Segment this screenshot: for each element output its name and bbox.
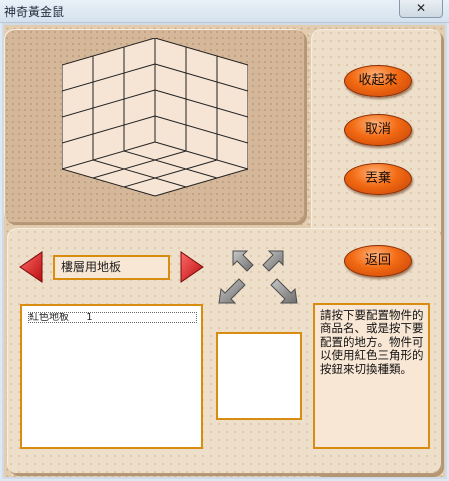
item-count: 1: [86, 312, 93, 323]
title-bar: 神奇黃金鼠 ✕: [0, 0, 449, 23]
cancel-button[interactable]: 取消: [344, 114, 412, 146]
close-button[interactable]: ✕: [399, 0, 443, 18]
collapse-button[interactable]: 收起來: [344, 65, 412, 97]
window-title: 神奇黃金鼠: [4, 5, 65, 19]
room-grid[interactable]: [62, 38, 248, 222]
item-name: 紅色地板: [29, 312, 69, 323]
discard-button[interactable]: 丟棄: [344, 163, 412, 195]
list-item[interactable]: 紅色地板 1: [28, 312, 197, 323]
next-category-icon[interactable]: [179, 250, 205, 284]
item-preview: [216, 332, 302, 420]
prev-category-icon[interactable]: [18, 250, 44, 284]
category-label: 樓層用地板: [53, 255, 170, 280]
item-list[interactable]: 紅色地板 1: [20, 304, 203, 449]
back-button[interactable]: 返回: [344, 245, 412, 277]
help-text: 請按下要配置物件的商品名、或是按下要配置的地方。物件可以使用紅色三角形的按鈕來切…: [313, 303, 430, 449]
rotate-arrows-icon[interactable]: [217, 249, 301, 305]
